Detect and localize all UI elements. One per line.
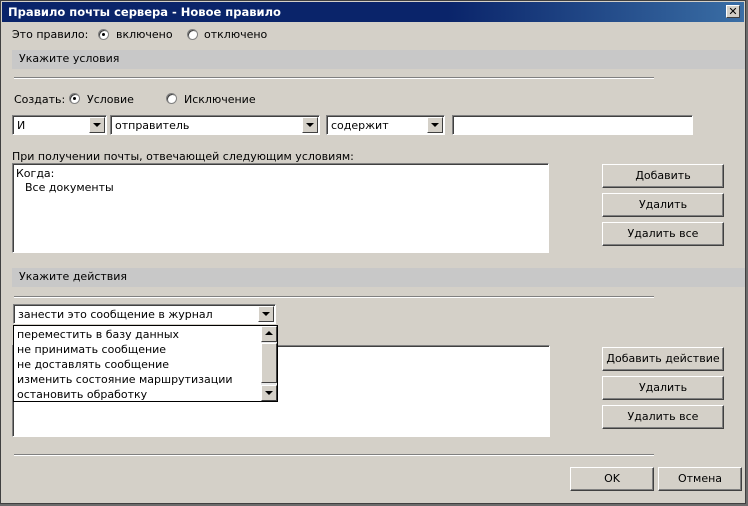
dropdown-option[interactable]: не принимать сообщение	[17, 343, 166, 356]
conditions-separator	[14, 77, 654, 79]
disabled-label[interactable]: отключено	[204, 28, 267, 41]
close-button[interactable]: ✕	[726, 5, 740, 18]
dropdown-option[interactable]: не доставлять сообщение	[17, 358, 169, 371]
condition-radio[interactable]	[69, 93, 80, 104]
chevron-down-icon[interactable]	[258, 306, 274, 322]
chevron-down-icon[interactable]	[302, 117, 318, 133]
operator-value: И	[17, 119, 26, 132]
condition-label[interactable]: Условие	[87, 93, 134, 106]
actions-separator	[14, 296, 654, 298]
ok-button[interactable]: OK	[570, 467, 654, 491]
delete-all-actions-button[interactable]: Удалить все	[602, 405, 724, 429]
conditions-list[interactable]: Когда: Все документы	[12, 163, 549, 253]
footer-separator	[14, 454, 654, 456]
action-select[interactable]: занести это сообщение в журнал	[13, 304, 276, 324]
cancel-button[interactable]: Отмена	[658, 467, 742, 491]
condition-text-input[interactable]	[452, 115, 693, 135]
rule-dialog: Правило почты сервера - Новое правило ✕ …	[0, 0, 746, 504]
actions-section-header: Укажите действия	[12, 268, 745, 287]
create-label: Создать:	[14, 93, 66, 106]
enabled-label[interactable]: включено	[116, 28, 173, 41]
actions-section-title: Укажите действия	[19, 270, 128, 283]
scroll-up-icon[interactable]	[261, 326, 277, 342]
dropdown-option[interactable]: остановить обработку	[17, 388, 147, 401]
close-icon: ✕	[728, 5, 738, 18]
delete-condition-button[interactable]: Удалить	[602, 193, 724, 217]
exception-radio[interactable]	[166, 93, 177, 104]
add-action-button[interactable]: Добавить действие	[602, 347, 724, 371]
operator-select[interactable]: И	[12, 115, 107, 135]
delete-all-conditions-button[interactable]: Удалить все	[602, 222, 724, 246]
match-select[interactable]: содержит	[326, 115, 445, 135]
dropdown-option[interactable]: изменить состояние маршрутизации	[17, 373, 233, 386]
delete-action-button[interactable]: Удалить	[602, 376, 724, 400]
conditions-section-header: Укажите условия	[12, 50, 745, 69]
conditions-section-title: Укажите условия	[19, 52, 120, 65]
exception-label[interactable]: Исключение	[184, 93, 256, 106]
field-value: отправитель	[115, 119, 190, 132]
field-select[interactable]: отправитель	[110, 115, 320, 135]
list-item[interactable]: Все документы	[25, 181, 114, 194]
list-item[interactable]: Когда:	[16, 167, 54, 180]
rule-state-label: Это правило:	[12, 28, 89, 41]
dialog-title: Правило почты сервера - Новое правило	[8, 5, 281, 19]
scroll-down-icon[interactable]	[261, 385, 277, 401]
action-value: занести это сообщение в журнал	[18, 308, 213, 321]
scroll-thumb[interactable]	[261, 343, 277, 383]
enabled-radio[interactable]	[98, 29, 109, 40]
title-bar: Правило почты сервера - Новое правило ✕	[2, 2, 744, 22]
dropdown-option[interactable]: переместить в базу данных	[17, 328, 180, 341]
disabled-radio[interactable]	[187, 29, 198, 40]
chevron-down-icon[interactable]	[427, 117, 443, 133]
add-condition-button[interactable]: Добавить	[602, 164, 724, 188]
chevron-down-icon[interactable]	[89, 117, 105, 133]
action-dropdown-list[interactable]: переместить в базу данных не принимать с…	[13, 325, 278, 402]
conditions-list-caption: При получении почты, отвечающей следующи…	[12, 150, 354, 163]
dropdown-scrollbar[interactable]	[261, 326, 277, 401]
match-value: содержит	[331, 119, 389, 132]
